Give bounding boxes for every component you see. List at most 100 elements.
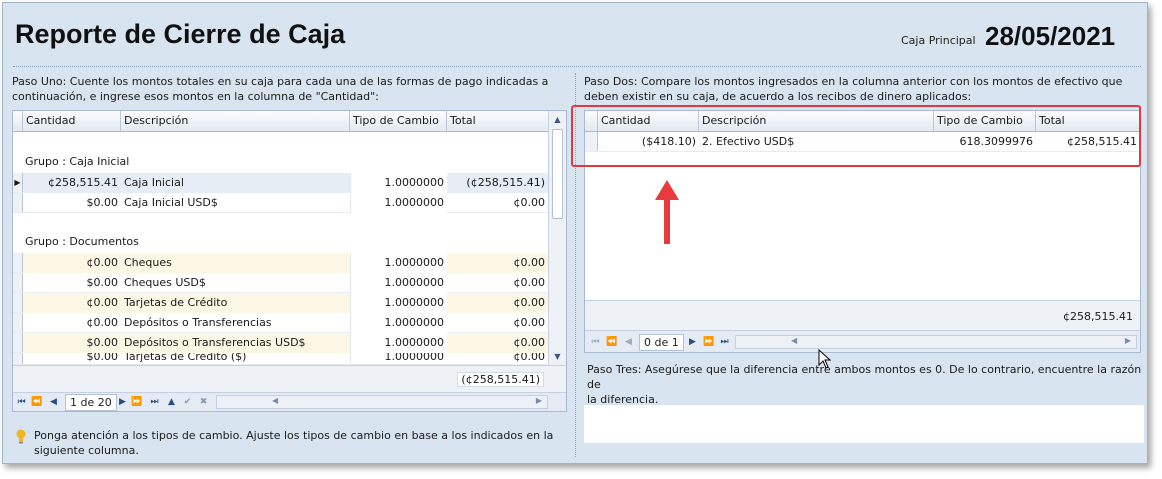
mouse-cursor-icon bbox=[818, 348, 832, 372]
nav-first-icon[interactable]: ⏮ bbox=[590, 335, 601, 349]
step1-footer-total: (¢258,515.41) bbox=[457, 372, 544, 387]
nav-append-icon[interactable]: ▲ bbox=[166, 395, 177, 409]
nav-last-icon[interactable]: ⏭ bbox=[719, 335, 730, 349]
cell-cantidad[interactable]: ¢0.00 bbox=[23, 313, 121, 333]
cell-descripcion: Cheques USD$ bbox=[124, 276, 206, 289]
step1-grid-footer: (¢258,515.41) bbox=[13, 365, 566, 393]
nav-confirm-icon[interactable]: ✔ bbox=[182, 395, 193, 409]
nav-prev-page-icon[interactable]: ⏪ bbox=[606, 335, 617, 349]
table-row[interactable]: $0.00 Tarjetas de Crédito ($) 1.0000000 … bbox=[13, 353, 548, 365]
scroll-right-icon[interactable]: ▶ bbox=[1125, 336, 1131, 345]
cell-tipo-cambio[interactable]: 1.0000000 bbox=[350, 313, 447, 333]
cell-total: ¢0.00 bbox=[447, 253, 548, 273]
cell-descripcion: Tarjetas de Crédito bbox=[121, 293, 350, 313]
nav-record-count: 1 de 20 bbox=[65, 394, 117, 411]
nav-last-icon[interactable]: ⏭ bbox=[149, 395, 160, 409]
table-row[interactable]: ¢0.00 Tarjetas de Crédito 1.0000000 ¢0.0… bbox=[13, 293, 548, 313]
header-divider bbox=[13, 66, 1141, 67]
group-row-documentos: Grupo : Documentos bbox=[25, 235, 139, 248]
scroll-down-icon[interactable]: ▼ bbox=[549, 352, 566, 361]
cell-cantidad[interactable]: ¢0.00 bbox=[23, 293, 121, 313]
nav-first-icon[interactable]: ⏮ bbox=[16, 395, 27, 409]
step1-note-line2: siguiente columna. bbox=[34, 444, 139, 457]
step1-note-line1: Ponga atención a los tipos de cambio. Aj… bbox=[34, 429, 554, 442]
nav-prev-icon[interactable]: ◀ bbox=[48, 395, 59, 409]
cell-total: ¢0.00 bbox=[447, 333, 548, 353]
cell-cantidad[interactable]: ¢258,515.41 bbox=[23, 173, 121, 193]
current-row-indicator-icon: ▶ bbox=[13, 173, 23, 192]
nav-next-icon[interactable]: ▶ bbox=[117, 395, 128, 409]
step1-horizontal-scrollbar[interactable]: ◀ ▶ bbox=[216, 395, 548, 409]
cell-total: ¢0.00 bbox=[513, 316, 546, 329]
scrollbar-thumb[interactable] bbox=[552, 129, 563, 219]
step1-instructions-line1: Paso Uno: Cuente los montos totales en s… bbox=[12, 75, 549, 88]
table-row[interactable]: $0.00 Depósitos o Transferencias USD$ 1.… bbox=[13, 333, 548, 353]
col-descripcion[interactable]: Descripción bbox=[121, 111, 350, 131]
col-cantidad[interactable]: Cantidad bbox=[23, 111, 121, 131]
page-title: Reporte de Cierre de Caja bbox=[15, 19, 346, 49]
scroll-up-icon[interactable]: ▲ bbox=[549, 115, 566, 124]
col-total[interactable]: Total bbox=[447, 111, 548, 131]
cell-cantidad[interactable]: $0.00 bbox=[23, 353, 121, 364]
scroll-right-icon[interactable]: ▶ bbox=[536, 396, 542, 405]
cell-tipo-cambio[interactable]: 1.0000000 bbox=[350, 353, 447, 364]
table-row[interactable]: ▶ ¢258,515.41 Caja Inicial 1.0000000 (¢2… bbox=[13, 173, 548, 193]
cell-descripcion: Depósitos o Transferencias USD$ bbox=[121, 333, 350, 353]
cell-tipo-cambio[interactable]: 1.0000000 bbox=[350, 193, 447, 213]
cell-cantidad[interactable]: $0.00 bbox=[23, 273, 121, 293]
scroll-left-icon[interactable]: ◀ bbox=[791, 336, 797, 345]
nav-prev-icon[interactable]: ◀ bbox=[623, 335, 634, 349]
step2-footer-total: ¢258,515.41 bbox=[1063, 310, 1133, 323]
cell-descripcion: Caja Inicial bbox=[121, 173, 350, 193]
table-row[interactable]: ¢0.00 Depósitos o Transferencias 1.00000… bbox=[13, 313, 548, 333]
step2-instructions-line1: Paso Dos: Compare los montos ingresados … bbox=[584, 75, 1123, 88]
step1-note: Ponga atención a los tipos de cambio. Aj… bbox=[34, 428, 553, 458]
header-indicator bbox=[13, 111, 23, 131]
cell-tipo-cambio[interactable]: 1.0000000 bbox=[350, 273, 447, 293]
nav-next-icon[interactable]: ▶ bbox=[687, 335, 698, 349]
row-indicator bbox=[13, 333, 23, 352]
step2-horizontal-scrollbar[interactable]: ◀ ▶ bbox=[735, 335, 1137, 349]
row-indicator bbox=[13, 293, 23, 312]
cell-total: ¢0.00 bbox=[513, 196, 546, 209]
scroll-left-icon[interactable]: ◀ bbox=[272, 396, 278, 405]
step3-instructions: Paso Tres: Asegúrese que la diferencia e… bbox=[587, 362, 1147, 407]
lightbulb-icon bbox=[16, 429, 26, 448]
step1-grid[interactable]: Cantidad Descripción Tipo de Cambio Tota… bbox=[12, 110, 567, 412]
col-tipo-cambio[interactable]: Tipo de Cambio bbox=[350, 111, 447, 131]
nav-prev-page-icon[interactable]: ⏪ bbox=[31, 395, 42, 409]
cell-descripcion: Tarjetas de Crédito ($) bbox=[124, 353, 247, 363]
row-indicator bbox=[13, 273, 23, 292]
step1-instructions-line2: continuación, e ingrese esos montos en l… bbox=[12, 90, 379, 103]
cell-cantidad[interactable]: ¢0.00 bbox=[23, 253, 121, 273]
red-arrow-up-icon bbox=[655, 180, 679, 249]
nav-cancel-icon[interactable]: ✖ bbox=[198, 395, 209, 409]
cell-cantidad[interactable]: $0.00 bbox=[23, 333, 121, 353]
step1-instructions: Paso Uno: Cuente los montos totales en s… bbox=[12, 74, 548, 104]
step1-vertical-scrollbar[interactable]: ▲ ▼ bbox=[548, 111, 566, 365]
table-row[interactable]: ¢0.00 Cheques 1.0000000 ¢0.00 bbox=[13, 253, 548, 273]
step2-navigator: ⏮ ⏪ ◀ 0 de 1 ▶ ⏩ ⏭ ◀ ▶ bbox=[585, 330, 1140, 352]
cell-tipo-cambio[interactable]: 1.0000000 bbox=[350, 333, 447, 353]
step3-instructions-line1: Paso Tres: Asegúrese que la diferencia e… bbox=[587, 363, 1142, 391]
cell-descripcion: Caja Inicial USD$ bbox=[124, 196, 218, 209]
nav-next-page-icon[interactable]: ⏩ bbox=[703, 335, 714, 349]
table-row[interactable]: $0.00 Caja Inicial USD$ 1.0000000 ¢0.00 bbox=[13, 193, 548, 213]
step2-instructions-line2: deben existir en su caja, de acuerdo a l… bbox=[584, 90, 972, 103]
cell-cantidad[interactable]: $0.00 bbox=[23, 193, 121, 213]
cell-descripcion: Cheques bbox=[121, 253, 350, 273]
highlight-box bbox=[571, 105, 1141, 167]
nav-next-page-icon[interactable]: ⏩ bbox=[131, 395, 142, 409]
cell-tipo-cambio[interactable]: 1.0000000 bbox=[350, 253, 447, 273]
cell-tipo-cambio[interactable]: 1.0000000 bbox=[350, 173, 447, 193]
cell-total: ¢0.00 bbox=[447, 293, 548, 313]
cell-total: ¢0.00 bbox=[513, 276, 546, 289]
table-row[interactable]: $0.00 Cheques USD$ 1.0000000 ¢0.00 bbox=[13, 273, 548, 293]
report-date: 28/05/2021 bbox=[985, 21, 1116, 51]
group-row-caja-inicial: Grupo : Caja Inicial bbox=[25, 155, 130, 168]
cell-descripcion: Depósitos o Transferencias bbox=[124, 316, 272, 329]
cell-total: ¢0.00 bbox=[513, 353, 546, 363]
cell-tipo-cambio[interactable]: 1.0000000 bbox=[350, 293, 447, 313]
difference-panel bbox=[584, 405, 1144, 443]
row-indicator bbox=[13, 193, 23, 212]
